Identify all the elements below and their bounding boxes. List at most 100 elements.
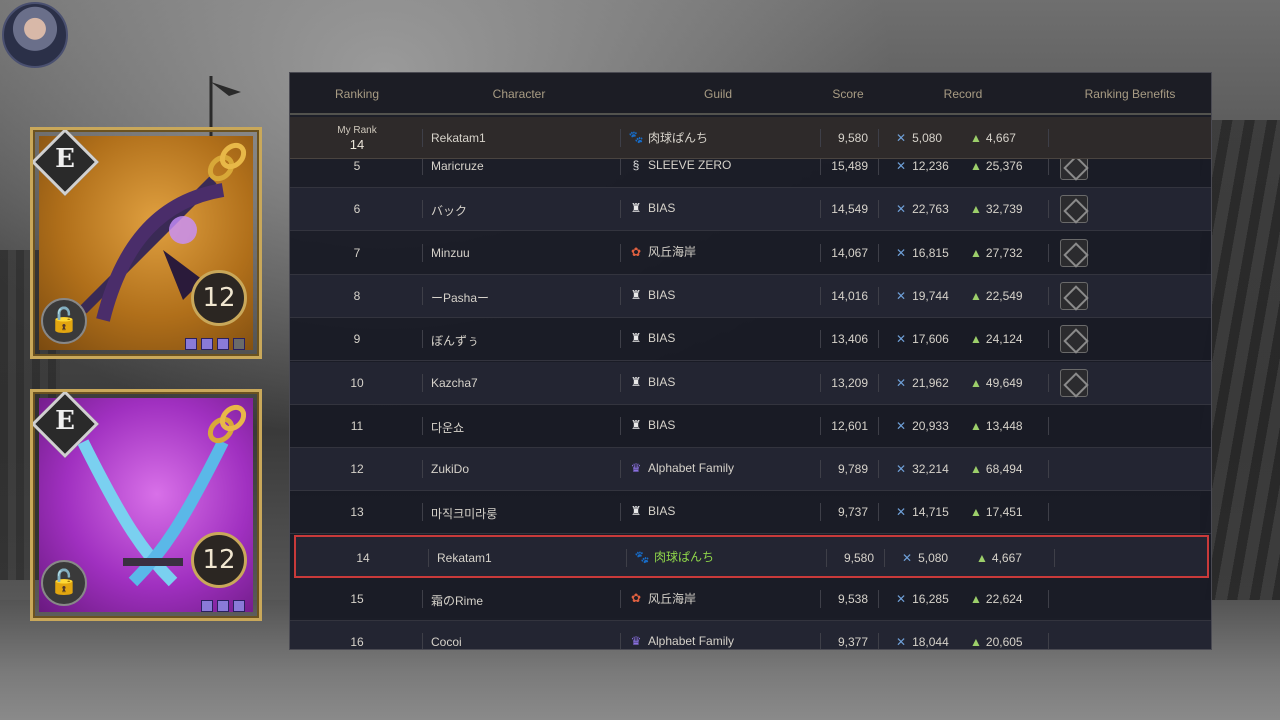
item-card-blades[interactable]: E 🔓 12 xyxy=(30,389,262,621)
row-assists-value: 24,124 xyxy=(985,332,1023,347)
row-assists-value: 25,376 xyxy=(985,159,1023,173)
row-rank: 13 xyxy=(350,505,364,520)
row-kills-value: 20,933 xyxy=(912,418,949,433)
row-guild-name: BIAS xyxy=(648,287,676,302)
row-assists: ▲ 25,376 xyxy=(970,159,1023,173)
chain-icon xyxy=(207,404,247,444)
table-row[interactable]: 7 Minzuu ✿ 风丘海岸 14,067 ✕ 16,815 ▲ 27,732 xyxy=(290,232,1211,275)
crossed-swords-icon: ✕ xyxy=(896,332,907,347)
row-score: 9,538 xyxy=(837,592,868,606)
crossed-swords-icon: ✕ xyxy=(896,375,907,390)
row-assists: ▲ 27,732 xyxy=(970,246,1023,260)
upgrade-pip xyxy=(233,600,245,612)
ranking-benefit-reward-icon[interactable] xyxy=(1060,195,1088,224)
paw-guild-emblem-icon: 🐾 xyxy=(628,130,644,144)
ranking-benefit-reward-icon[interactable] xyxy=(1060,238,1088,267)
row-guild: ♜ BIAS xyxy=(628,199,676,217)
table-row[interactable]: 6 バック ♜ BIAS 14,549 ✕ 22,763 ▲ 32,739 xyxy=(290,188,1211,232)
row-rank: 11 xyxy=(350,418,364,433)
row-assists: ▲ 4,667 xyxy=(976,551,1022,565)
row-guild: ✿ 风丘海岸 xyxy=(628,243,696,261)
ranking-benefit-reward-icon[interactable] xyxy=(1060,281,1088,310)
player-avatar[interactable] xyxy=(2,2,68,68)
my-rank-row[interactable]: My Rank 14 Rekatam1 🐾 肉球ぱんち 9,580 ✕ 5,08… xyxy=(290,117,1211,159)
crossed-swords-icon: ✕ xyxy=(896,131,907,145)
upgrade-pip xyxy=(201,338,213,350)
row-rank: 5 xyxy=(353,159,361,173)
background-fortress-right xyxy=(1200,120,1280,640)
row-score: 14,549 xyxy=(831,202,868,217)
table-row[interactable]: 13 마직크미라룽 ♜ BIAS 9,737 ✕ 14,715 ▲ 17,451 xyxy=(290,491,1211,535)
row-rank: 14 xyxy=(356,550,370,565)
row-guild-name: SLEEVE ZERO xyxy=(648,158,732,172)
row-guild: ♛ Alphabet Family xyxy=(628,459,734,477)
row-kills: ✕ 12,236 xyxy=(896,159,949,173)
row-kills: ✕ 14,715 xyxy=(896,505,949,519)
row-guild: ♛ Alphabet Family xyxy=(628,632,735,649)
row-assists: ▲ 13,448 xyxy=(970,419,1023,433)
my-rank-score: 9,580 xyxy=(837,131,868,145)
ranking-panel: Ranking Character Guild Score Record Ran… xyxy=(289,72,1212,650)
row-character: 다운쇼 xyxy=(431,420,465,435)
bias-guild-emblem-icon: ♜ xyxy=(630,287,642,302)
coast-guild-emblem-icon: ✿ xyxy=(630,244,642,259)
row-kills: ✕ 22,763 xyxy=(896,202,949,216)
lock-icon[interactable]: 🔓 xyxy=(41,298,87,344)
row-guild-name: 肉球ぱんち xyxy=(654,550,715,565)
table-row[interactable]: 9 ぼんずぅ ♜ BIAS 13,406 ✕ 17,606 ▲ 24,124 xyxy=(290,318,1211,362)
crossed-swords-icon: ✕ xyxy=(896,635,907,650)
row-assists-value: 32,739 xyxy=(985,202,1023,217)
row-score: 15,489 xyxy=(831,159,868,173)
row-score: 9,580 xyxy=(843,550,874,565)
ranking-benefit-reward-icon[interactable] xyxy=(1060,368,1088,397)
row-kills: ✕ 16,815 xyxy=(896,246,949,260)
row-assists: ▲ 22,624 xyxy=(970,592,1023,606)
row-assists-value: 22,549 xyxy=(985,288,1023,303)
row-assists-value: 22,624 xyxy=(985,592,1023,606)
upgrade-pip xyxy=(201,600,213,612)
alphabet-family-guild-emblem-icon: ♛ xyxy=(630,634,642,649)
row-kills-value: 17,606 xyxy=(912,332,949,347)
table-row[interactable]: 8 ーPashaー ♜ BIAS 14,016 ✕ 19,744 ▲ 22,54… xyxy=(290,274,1211,318)
upgrade-pips xyxy=(185,338,245,350)
my-rank-guild-name: 肉球ぱんち xyxy=(648,130,709,145)
my-rank-assists-value: 4,667 xyxy=(985,131,1016,145)
bias-guild-emblem-icon: ♜ xyxy=(630,417,642,432)
table-row[interactable]: 11 다운쇼 ♜ BIAS 12,601 ✕ 20,933 ▲ 13,448 xyxy=(290,405,1211,448)
boot-icon: ▲ xyxy=(970,418,982,433)
row-kills-value: 32,214 xyxy=(912,462,949,477)
grade-letter: E xyxy=(55,144,75,174)
crossed-swords-icon: ✕ xyxy=(896,418,907,433)
my-rank-number: 14 xyxy=(349,137,365,152)
row-kills-value: 12,236 xyxy=(912,159,949,173)
upgrade-pip xyxy=(217,600,229,612)
table-row[interactable]: 15 霜のRime ✿ 风丘海岸 9,538 ✕ 16,285 ▲ 22,624 xyxy=(290,578,1211,621)
crossed-swords-icon: ✕ xyxy=(896,245,907,260)
table-row[interactable]: 16 Cocoi ♛ Alphabet Family 9,377 ✕ 18,04… xyxy=(290,621,1211,650)
row-kills: ✕ 32,214 xyxy=(896,462,949,476)
header-score: Score xyxy=(832,87,864,101)
row-kills: ✕ 19,744 xyxy=(896,289,949,303)
my-rank-assists: ▲ 4,667 xyxy=(970,131,1016,145)
boot-icon: ▲ xyxy=(970,245,982,260)
ranking-benefit-reward-icon[interactable] xyxy=(1060,325,1088,354)
row-kills: ✕ 20,933 xyxy=(896,419,949,433)
lock-icon[interactable]: 🔓 xyxy=(41,560,87,606)
row-guild-name: Alphabet Family xyxy=(648,634,735,649)
item-card-bow[interactable]: E 🔓 12 xyxy=(30,127,262,359)
row-guild-name: BIAS xyxy=(648,504,676,519)
row-guild-name: 风丘海岸 xyxy=(648,245,697,260)
boot-icon: ▲ xyxy=(970,131,982,145)
row-guild: 🐾 肉球ぱんち xyxy=(634,548,715,566)
row-score: 9,377 xyxy=(837,635,868,650)
row-kills: ✕ 16,285 xyxy=(896,592,949,606)
row-assists: ▲ 49,649 xyxy=(970,376,1023,390)
table-row-my-rank[interactable]: 14 Rekatam1 🐾 肉球ぱんち 9,580 ✕ 5,080 ▲ 4,66… xyxy=(294,534,1209,578)
boot-icon: ▲ xyxy=(970,332,982,347)
level-badge: 12 xyxy=(191,270,247,326)
row-guild: ♜ BIAS xyxy=(628,416,676,434)
table-row[interactable]: 10 Kazcha7 ♜ BIAS 13,209 ✕ 21,962 ▲ 49,6… xyxy=(290,361,1211,405)
upgrade-pip-empty xyxy=(233,338,245,350)
my-rank-character: Rekatam1 xyxy=(431,131,486,145)
table-row[interactable]: 12 ZukiDo ♛ Alphabet Family 9,789 ✕ 32,2… xyxy=(290,448,1211,492)
